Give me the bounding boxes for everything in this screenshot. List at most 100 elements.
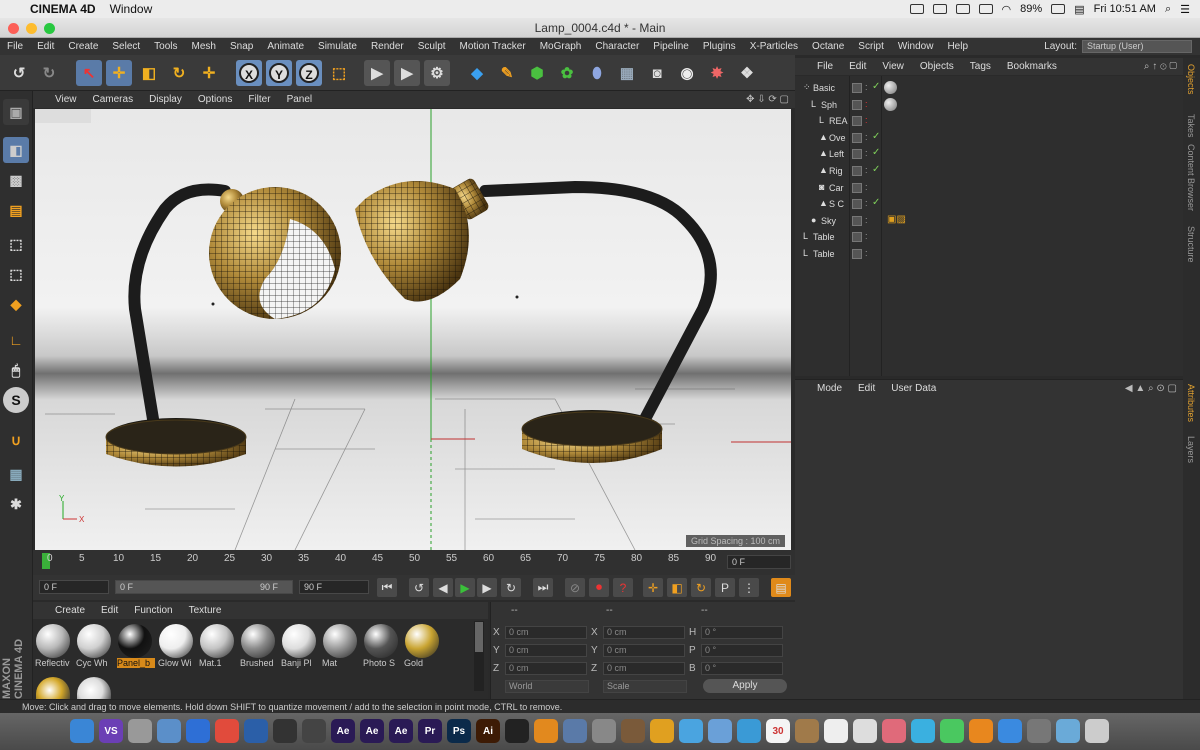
timeline-window-icon[interactable]: ▤	[771, 578, 791, 597]
menu-motion-tracker[interactable]: Motion Tracker	[453, 41, 533, 52]
coord-value-field[interactable]: 0 cm	[603, 626, 685, 639]
3d-viewport[interactable]: Y X Grid Spacing : 100 cm	[35, 109, 791, 550]
menu-mesh[interactable]: Mesh	[185, 41, 223, 52]
dock-app-icon[interactable]	[824, 719, 848, 743]
dock-app-icon[interactable]	[534, 719, 558, 743]
start-frame-field[interactable]: 0 F	[39, 580, 109, 594]
go-to-end-icon[interactable]: ⏭	[533, 578, 553, 597]
layer-icon[interactable]	[852, 132, 862, 143]
tab-structure[interactable]: Structure	[1186, 226, 1196, 263]
tab-takes[interactable]: Takes	[1186, 114, 1196, 138]
z-axis-lock-icon[interactable]: Z	[296, 60, 322, 86]
record-active-icon[interactable]: ⊘	[565, 578, 585, 597]
dock-app-icon[interactable]	[302, 719, 326, 743]
previous-key-icon[interactable]: ↺	[409, 578, 429, 597]
keyframe-selection-icon[interactable]: ?	[613, 578, 633, 597]
dock-app-icon[interactable]	[505, 719, 529, 743]
obj-menu-edit[interactable]: Edit	[841, 61, 874, 72]
enabled-check-icon[interactable]: ✓	[872, 147, 880, 158]
x-axis-lock-icon[interactable]: X	[236, 60, 262, 86]
material-swatch[interactable]: Mat.1	[199, 623, 235, 673]
menu-help[interactable]: Help	[940, 41, 975, 52]
render-view-icon[interactable]: ▶	[364, 60, 390, 86]
obj-menu-file[interactable]: File	[795, 61, 841, 72]
dock-app-icon[interactable]	[1027, 719, 1051, 743]
object-row[interactable]: L Table:	[795, 229, 1183, 245]
material-swatch[interactable]: Gold	[404, 623, 440, 673]
recent-tool-icon[interactable]: ✛	[196, 60, 222, 86]
dock-app-icon[interactable]	[737, 719, 761, 743]
dock-app-icon[interactable]	[969, 719, 993, 743]
dock-app-icon[interactable]	[244, 719, 268, 743]
scale-tool-icon[interactable]: ◧	[136, 60, 162, 86]
enabled-check-icon[interactable]: ✓	[872, 197, 880, 208]
coord-value-field[interactable]: 0 °	[701, 662, 783, 675]
keyboard-icon[interactable]	[932, 4, 947, 14]
dock-app-icon[interactable]	[128, 719, 152, 743]
visibility-dots-icon[interactable]: :	[865, 148, 868, 158]
zoom-window-button[interactable]	[44, 23, 55, 34]
render-picture-viewer-icon[interactable]: ▶	[394, 60, 420, 86]
camera-icon[interactable]: ◙	[644, 60, 670, 86]
texture-mode-icon[interactable]: ▩	[3, 167, 29, 193]
dock-app-icon[interactable]	[882, 719, 906, 743]
layer-icon[interactable]	[852, 232, 862, 243]
vp-menu-display[interactable]: Display	[141, 94, 190, 105]
apply-button[interactable]: Apply	[703, 679, 787, 693]
window-menu[interactable]: Window	[110, 2, 153, 16]
object-row[interactable]: ▲ Left: ✓	[795, 146, 1183, 162]
flag-icon[interactable]: ▤	[1074, 3, 1084, 16]
cube-icon[interactable]: ◆	[464, 60, 490, 86]
mat-menu-function[interactable]: Function	[126, 605, 180, 616]
model-mode-icon[interactable]: ◧	[3, 137, 29, 163]
object-name[interactable]: Rig	[829, 166, 849, 176]
coord-value-field[interactable]: 0 °	[701, 644, 783, 657]
menu-simulate[interactable]: Simulate	[311, 41, 364, 52]
object-row[interactable]: ⁘ Basic: ✓	[795, 80, 1183, 96]
tab-content-browser[interactable]: Content Browser	[1186, 144, 1196, 211]
octane-icon[interactable]: ✸	[704, 60, 730, 86]
undo-icon[interactable]: ↺	[6, 60, 32, 86]
dock-app-icon[interactable]	[795, 719, 819, 743]
object-row[interactable]: ◙ Car:	[795, 180, 1183, 196]
layout-dropdown[interactable]: Startup (User)	[1082, 40, 1192, 53]
menu-window[interactable]: Window	[891, 41, 941, 52]
dock-app-icon[interactable]	[911, 719, 935, 743]
dock-app-icon[interactable]: Ae	[389, 719, 413, 743]
object-row[interactable]: ▲ Rig: ✓	[795, 163, 1183, 179]
obj-menu-view[interactable]: View	[874, 61, 912, 72]
coord-value-field[interactable]: 0 cm	[505, 644, 587, 657]
edges-mode-icon[interactable]: ⬚	[3, 261, 29, 287]
menu-pipeline[interactable]: Pipeline	[646, 41, 696, 52]
viewport-nav-icons[interactable]: ✥ ⇩ ⟳ ▢	[746, 94, 795, 105]
next-key-icon[interactable]: ↻	[501, 578, 521, 597]
obj-menu-tags[interactable]: Tags	[962, 61, 999, 72]
object-name[interactable]: S C	[829, 199, 849, 209]
menu-plugins[interactable]: Plugins	[696, 41, 743, 52]
object-row[interactable]: L Sph:	[795, 97, 1183, 113]
dock-app-icon[interactable]	[650, 719, 674, 743]
mat-menu-create[interactable]: Create	[33, 605, 93, 616]
object-name[interactable]: Car	[829, 183, 849, 193]
menu-select[interactable]: Select	[105, 41, 147, 52]
layer-icon[interactable]	[852, 249, 862, 259]
dock-app-icon[interactable]	[998, 719, 1022, 743]
point-level-icon[interactable]: ⋮	[739, 578, 759, 597]
menu-sculpt[interactable]: Sculpt	[411, 41, 453, 52]
menu-render[interactable]: Render	[364, 41, 411, 52]
material-scrollbar[interactable]	[474, 621, 484, 691]
dock-app-icon[interactable]	[621, 719, 645, 743]
material-swatch[interactable]: Photo S	[363, 623, 399, 673]
mat-menu-texture[interactable]: Texture	[181, 605, 230, 616]
rotation-key-icon[interactable]: ↻	[691, 578, 711, 597]
live-selection-icon[interactable]: ↖	[76, 60, 102, 86]
sky-tag-icon[interactable]: ▣▨	[887, 214, 906, 225]
menu-snap[interactable]: Snap	[223, 41, 260, 52]
object-name[interactable]: Sky	[821, 216, 849, 226]
obj-menu-bookmarks[interactable]: Bookmarks	[999, 61, 1065, 72]
menu-script[interactable]: Script	[851, 41, 891, 52]
dock-app-icon[interactable]	[592, 719, 616, 743]
light-icon[interactable]: ◉	[674, 60, 700, 86]
object-name[interactable]: REA	[829, 116, 849, 126]
timeline-ruler[interactable]: 0 5 10 15 20 25 30 35 40 45 50 55 60 65 …	[33, 550, 795, 575]
